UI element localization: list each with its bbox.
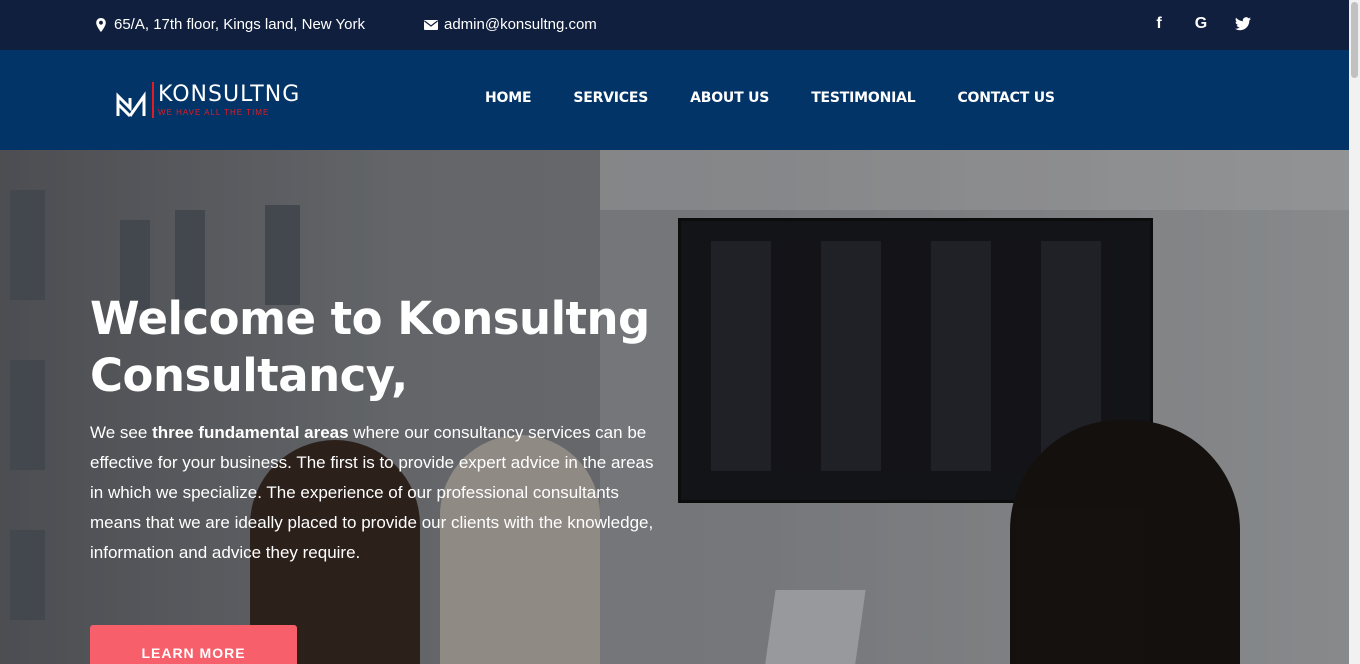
hero-content: Welcome to Konsultng Consultancy, We see… [90,290,690,568]
nav-about-us[interactable]: ABOUT US [690,90,769,106]
twitter-icon[interactable] [1233,14,1253,34]
nav-testimonial[interactable]: TESTIMONIAL [811,90,915,106]
social-links: f G [1149,14,1253,34]
email-text[interactable]: admin@konsultng.com [444,16,597,33]
hero-description: We see three fundamental areas where our… [90,418,670,568]
hero-text-rest: where our consultancy services can be ef… [90,423,654,562]
hero-title-line2: Consultancy, [90,349,408,402]
learn-more-button[interactable]: LEARN MORE [90,625,297,664]
logo-text: KONSULTNG WE HAVE ALL THE TIME [152,82,300,118]
main-navbar: KONSULTNG WE HAVE ALL THE TIME HOME SERV… [0,50,1349,150]
google-icon[interactable]: G [1191,14,1211,34]
nav-home[interactable]: HOME [485,90,532,106]
email-info[interactable]: admin@konsultng.com [424,16,597,33]
hero-text-bold: three fundamental areas [152,423,349,442]
hero-section: Welcome to Konsultng Consultancy, We see… [0,150,1349,664]
envelope-icon [424,19,438,30]
logo-mark-icon [116,91,146,118]
top-info-bar: 65/A, 17th floor, Kings land, New York a… [0,0,1349,50]
nav-contact-us[interactable]: CONTACT US [957,90,1055,106]
map-pin-icon [96,17,106,32]
scrollbar-thumb[interactable] [1351,2,1358,78]
address-text: 65/A, 17th floor, Kings land, New York [114,16,365,33]
brand-tagline: WE HAVE ALL THE TIME [158,108,270,117]
page-scrollbar[interactable] [1349,0,1360,664]
nav-menu: HOME SERVICES ABOUT US TESTIMONIAL CONTA… [485,90,1097,106]
hero-text-prefix: We see [90,423,153,442]
brand-name: KONSULTNG [158,82,301,107]
address-info: 65/A, 17th floor, Kings land, New York [94,16,365,33]
nav-services[interactable]: SERVICES [573,90,648,106]
brand-logo[interactable]: KONSULTNG WE HAVE ALL THE TIME [116,74,300,126]
facebook-icon[interactable]: f [1149,14,1169,34]
hero-title: Welcome to Konsultng Consultancy, [90,290,690,404]
hero-title-line1: Welcome to Konsultng [90,292,650,345]
